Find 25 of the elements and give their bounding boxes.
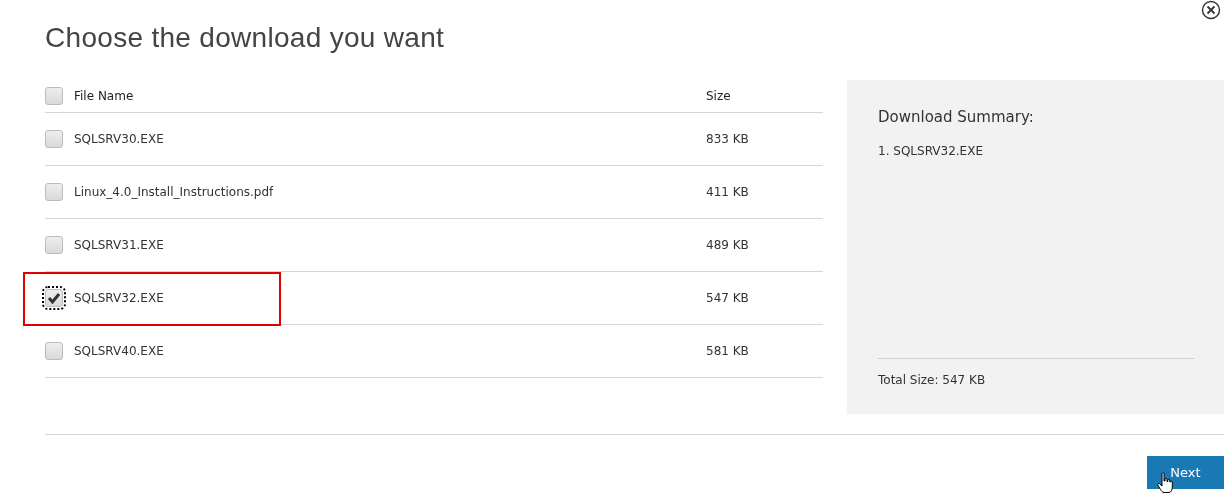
file-checkbox[interactable]	[45, 342, 63, 360]
file-size: 489 KB	[706, 238, 750, 252]
file-checkbox[interactable]	[45, 236, 63, 254]
summary-heading: Download Summary:	[878, 108, 1035, 126]
file-size: 411 KB	[706, 185, 750, 199]
total-size: Total Size: 547 KB	[878, 373, 987, 387]
close-icon[interactable]	[1201, 0, 1221, 20]
file-size: 833 KB	[706, 132, 750, 146]
file-size: 547 KB	[706, 291, 750, 305]
hand-cursor-icon	[1157, 472, 1173, 494]
file-name: SQLSRV31.EXE	[74, 238, 165, 252]
column-header: Size	[706, 89, 732, 103]
summary-item: 1. SQLSRV32.EXE	[878, 144, 984, 158]
page-title: Choose the download you want	[45, 22, 445, 55]
file-name: Linux_4.0_Install_Instructions.pdf	[74, 185, 275, 199]
file-checkbox[interactable]	[45, 130, 63, 148]
file-name: SQLSRV30.EXE	[74, 132, 165, 146]
file-name: SQLSRV32.EXE	[74, 291, 165, 305]
file-checkbox[interactable]	[45, 183, 63, 201]
next-button[interactable]: Next	[1147, 456, 1224, 489]
column-header: File Name	[74, 89, 135, 103]
file-name: SQLSRV40.EXE	[74, 344, 165, 358]
select-all-checkbox[interactable]	[45, 87, 63, 105]
file-checkbox[interactable]	[45, 289, 63, 307]
file-size: 581 KB	[706, 344, 750, 358]
